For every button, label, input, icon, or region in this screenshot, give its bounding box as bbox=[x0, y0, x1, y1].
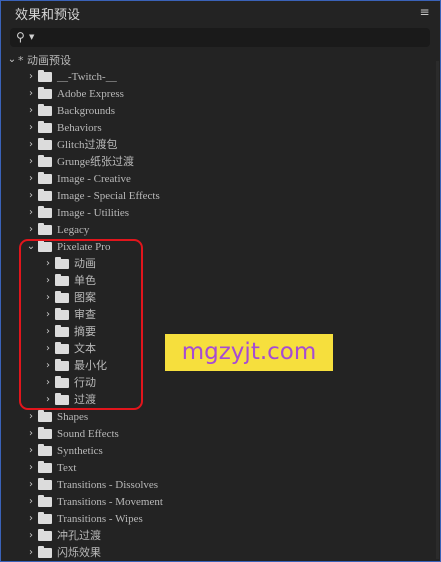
tree-item-label: Backgrounds bbox=[57, 105, 116, 117]
folder-icon bbox=[38, 223, 52, 235]
tree-item-label: __-Twitch-__ bbox=[57, 71, 117, 83]
chevron-right-icon[interactable]: › bbox=[26, 529, 36, 543]
tree-folder-item[interactable]: › Sound Effects bbox=[1, 426, 440, 443]
folder-icon bbox=[38, 87, 52, 99]
folder-icon bbox=[38, 546, 52, 558]
tree-folder-item[interactable]: › Transitions - Wipes bbox=[1, 511, 440, 528]
folder-icon bbox=[38, 444, 52, 456]
chevron-right-icon[interactable]: › bbox=[26, 121, 36, 135]
tree-item-label: 冲孔过渡 bbox=[57, 530, 101, 542]
tree-folder-item[interactable]: › Shapes bbox=[1, 409, 440, 426]
folder-icon bbox=[38, 138, 52, 150]
folder-icon bbox=[38, 121, 52, 133]
tree-folder-item[interactable]: › Image - Special Effects bbox=[1, 188, 440, 205]
chevron-right-icon[interactable]: › bbox=[26, 70, 36, 84]
folder-icon bbox=[38, 155, 52, 167]
tree-folder-item[interactable]: › Glitch过渡包 bbox=[1, 137, 440, 154]
chevron-right-icon[interactable]: › bbox=[26, 155, 36, 169]
panel-menu-icon[interactable]: ≡ bbox=[419, 6, 430, 18]
folder-icon bbox=[38, 461, 52, 473]
tree-item-label: Legacy bbox=[57, 224, 90, 236]
tree-folder-item[interactable]: › Image - Utilities bbox=[1, 205, 440, 222]
tree-item-label: Image - Special Effects bbox=[57, 190, 160, 202]
panel-header: 效果和预设 ≡ bbox=[1, 1, 440, 25]
search-input[interactable] bbox=[40, 29, 424, 47]
folder-icon bbox=[38, 189, 52, 201]
chevron-right-icon[interactable]: › bbox=[26, 461, 36, 475]
chevron-down-icon[interactable]: ▼ bbox=[29, 33, 34, 41]
chevron-right-icon[interactable]: › bbox=[26, 478, 36, 492]
tree-item-label: Text bbox=[57, 462, 77, 474]
tree-folder-item[interactable]: › __-Twitch-__ bbox=[1, 69, 440, 86]
chevron-right-icon[interactable]: › bbox=[26, 444, 36, 458]
chevron-right-icon[interactable]: › bbox=[26, 206, 36, 220]
chevron-down-icon[interactable]: ⌄ bbox=[7, 53, 17, 67]
tree-folder-item[interactable]: › Behaviors bbox=[1, 120, 440, 137]
tree-item-label: Synthetics bbox=[57, 445, 103, 457]
chevron-right-icon[interactable]: › bbox=[26, 410, 36, 424]
tree-item-label: Grunge纸张过渡 bbox=[57, 156, 134, 168]
tree-item-label: Transitions - Dissolves bbox=[57, 479, 159, 491]
tree-folder-item[interactable]: › Legacy bbox=[1, 222, 440, 239]
chevron-right-icon[interactable]: › bbox=[26, 172, 36, 186]
tree-folder-item[interactable]: › Image - Creative bbox=[1, 171, 440, 188]
search-icon[interactable]: ⚲ bbox=[16, 30, 25, 44]
folder-icon bbox=[38, 104, 52, 116]
tree-folder-item[interactable]: › Text bbox=[1, 460, 440, 477]
chevron-right-icon[interactable]: › bbox=[26, 87, 36, 101]
chevron-right-icon[interactable]: › bbox=[26, 427, 36, 441]
tree-folder-item[interactable]: › 冲孔过渡 bbox=[1, 528, 440, 545]
tree-item-label: Transitions - Wipes bbox=[57, 513, 143, 525]
folder-icon bbox=[38, 206, 52, 218]
tree-folder-item[interactable]: › Backgrounds bbox=[1, 103, 440, 120]
folder-icon bbox=[38, 529, 52, 541]
tree-item-label: Behaviors bbox=[57, 122, 102, 134]
tree-root-animation-presets[interactable]: ⌄ * 动画预设 bbox=[1, 52, 440, 69]
tree-folder-item[interactable]: › Grunge纸张过渡 bbox=[1, 154, 440, 171]
chevron-right-icon[interactable]: › bbox=[26, 495, 36, 509]
tree-item-label: Adobe Express bbox=[57, 88, 124, 100]
tree-item-label: Transitions - Movement bbox=[57, 496, 163, 508]
folder-icon bbox=[38, 410, 52, 422]
chevron-right-icon[interactable]: › bbox=[26, 512, 36, 526]
search-field[interactable]: ⚲ ▼ bbox=[10, 28, 430, 47]
watermark: mgzyjt.com bbox=[165, 334, 333, 371]
tree-folder-item[interactable]: › Synthetics bbox=[1, 443, 440, 460]
folder-icon bbox=[38, 70, 52, 82]
highlight-box bbox=[19, 239, 143, 410]
tree-folder-item[interactable]: › 闪烁效果 bbox=[1, 545, 440, 561]
panel-title: 效果和预设 bbox=[15, 8, 81, 23]
tree-item-label: Image - Creative bbox=[57, 173, 131, 185]
tree-folder-item[interactable]: › Transitions - Movement bbox=[1, 494, 440, 511]
folder-icon bbox=[38, 478, 52, 490]
folder-icon bbox=[38, 172, 52, 184]
chevron-right-icon[interactable]: › bbox=[26, 223, 36, 237]
tree-item-label: 闪烁效果 bbox=[57, 547, 101, 559]
folder-icon bbox=[38, 512, 52, 524]
chevron-right-icon[interactable]: › bbox=[26, 189, 36, 203]
tree-item-label: Image - Utilities bbox=[57, 207, 130, 219]
chevron-right-icon[interactable]: › bbox=[26, 546, 36, 560]
tree-folder-item[interactable]: › Adobe Express bbox=[1, 86, 440, 103]
tree-item-label: Shapes bbox=[57, 411, 89, 423]
folder-icon bbox=[38, 495, 52, 507]
scrollbar[interactable] bbox=[436, 61, 439, 559]
tree-folder-item[interactable]: › Transitions - Dissolves bbox=[1, 477, 440, 494]
tree-item-label: Glitch过渡包 bbox=[57, 139, 118, 151]
tree-item-label: Sound Effects bbox=[57, 428, 119, 440]
chevron-right-icon[interactable]: › bbox=[26, 104, 36, 118]
folder-icon bbox=[38, 427, 52, 439]
chevron-right-icon[interactable]: › bbox=[26, 138, 36, 152]
tree-root-label: * 动画预设 bbox=[18, 54, 71, 67]
